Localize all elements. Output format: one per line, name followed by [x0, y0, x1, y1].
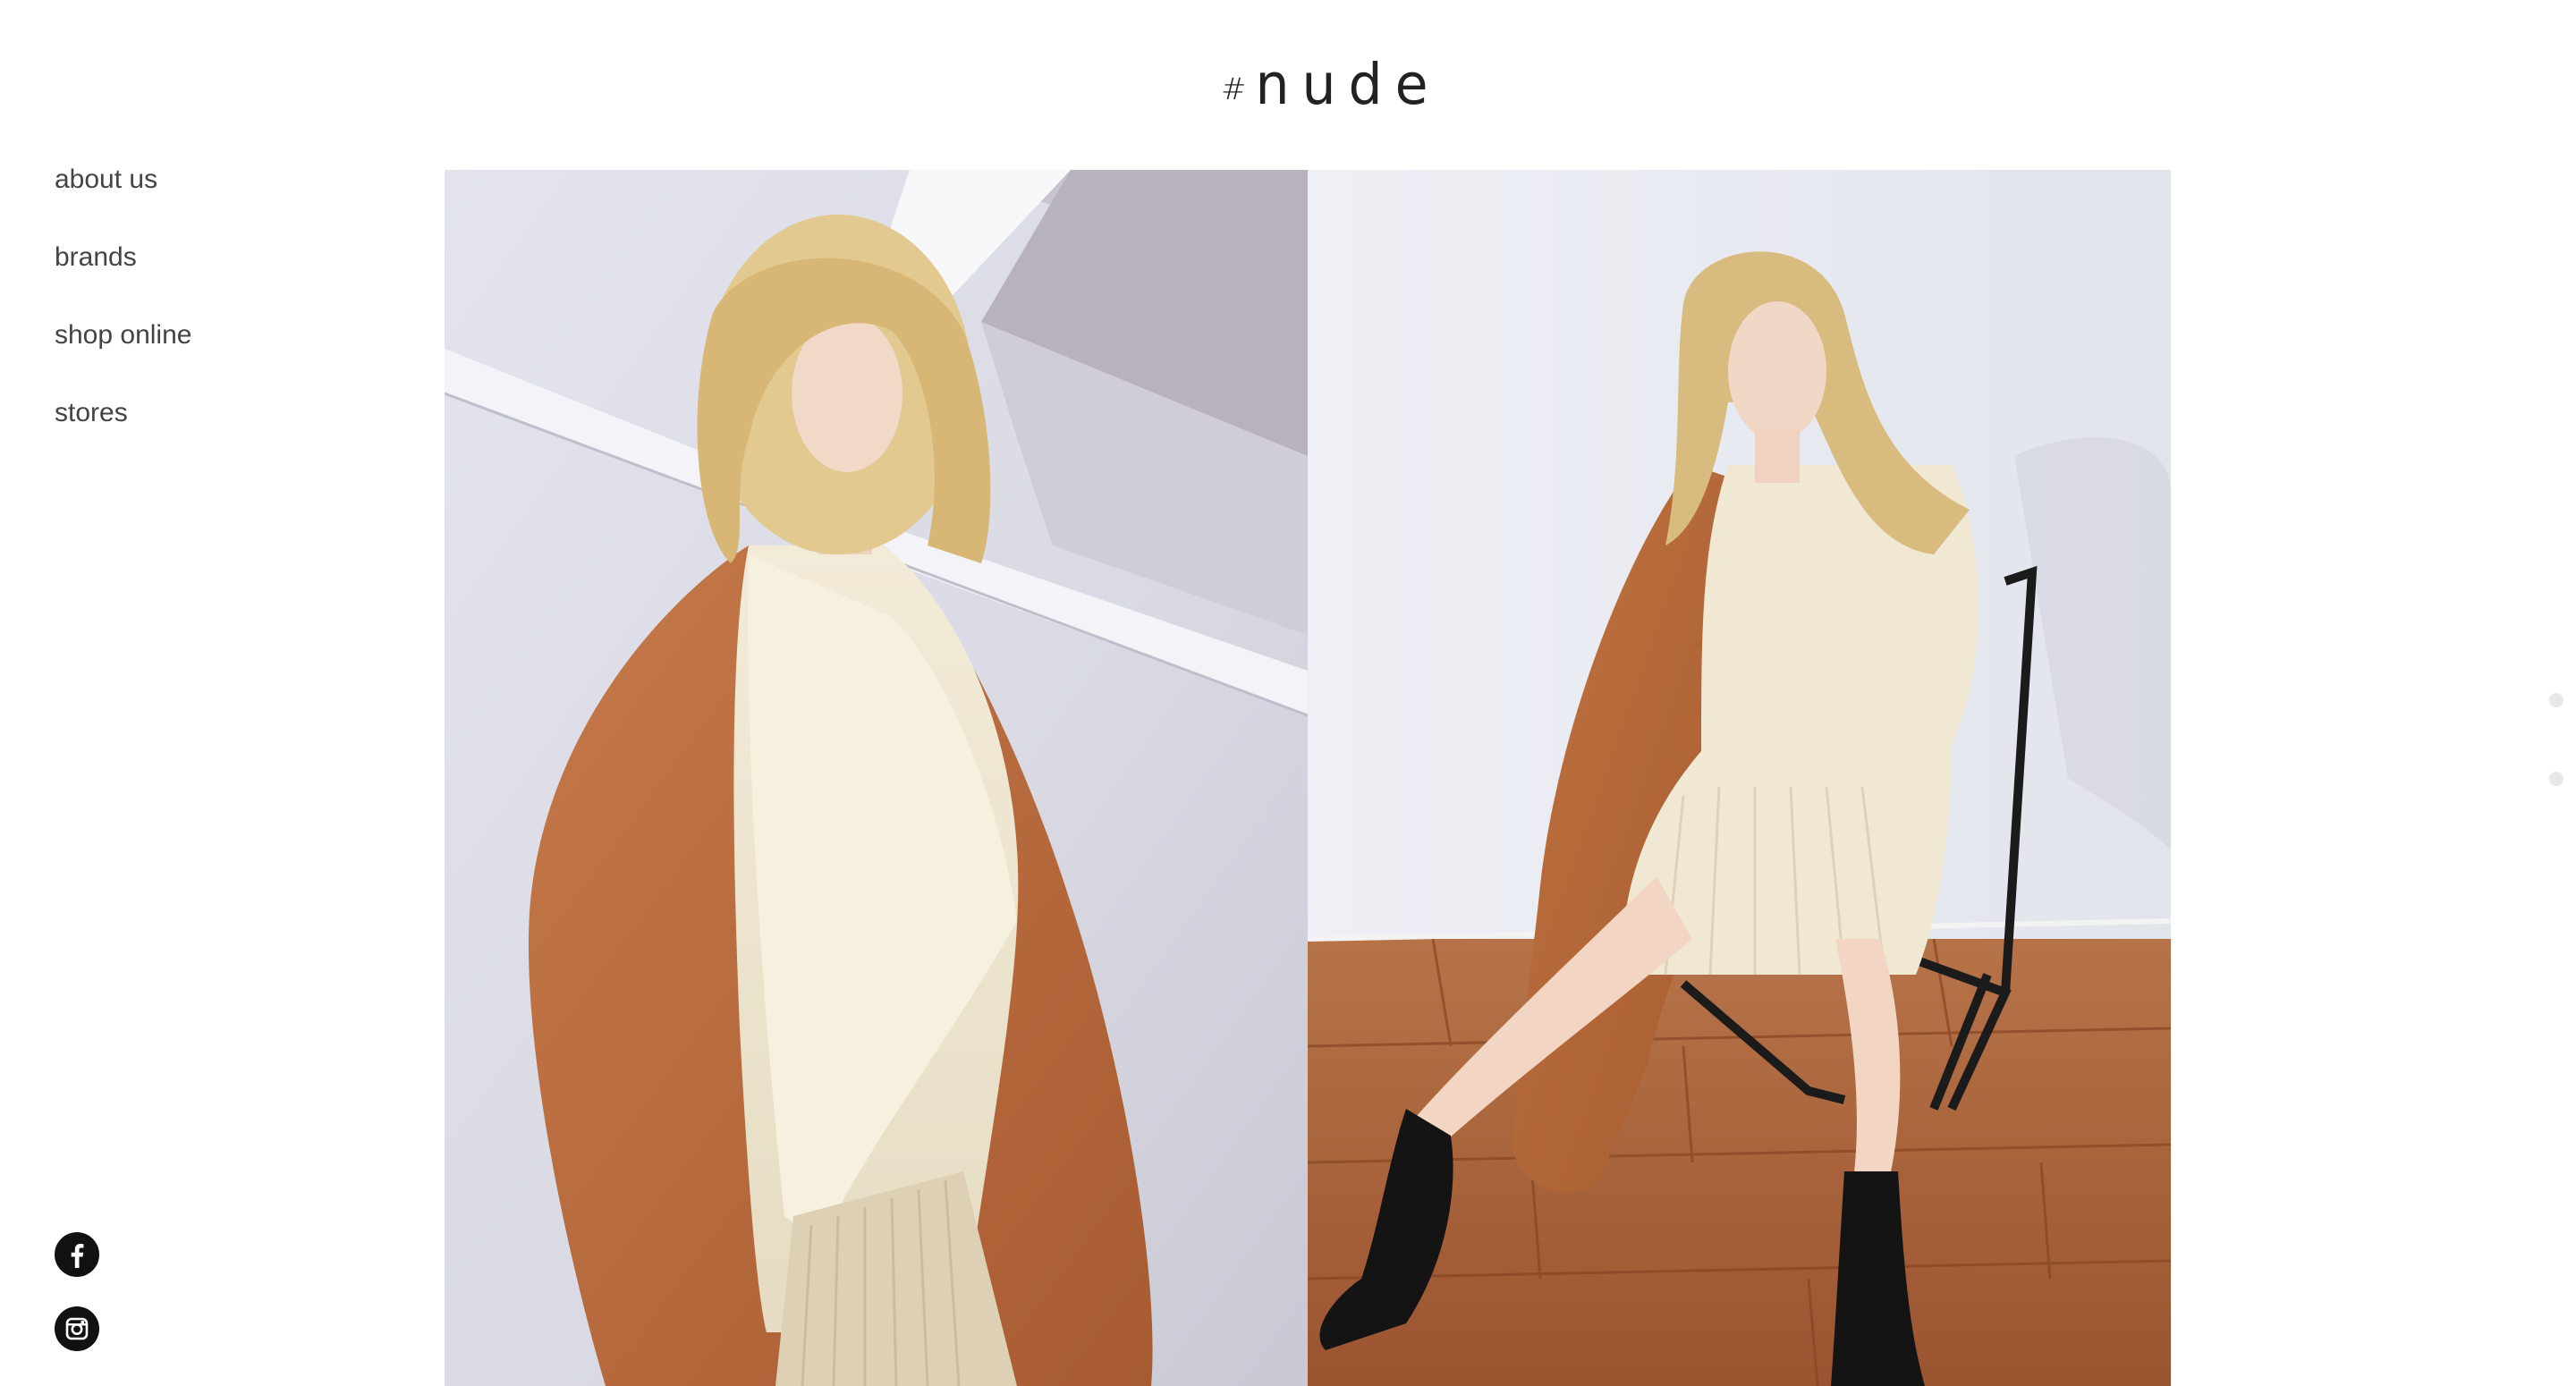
main-nav: about us brands shop online stores	[55, 159, 191, 470]
lookbook-gallery[interactable]	[445, 170, 2171, 1386]
facebook-link[interactable]	[55, 1232, 99, 1277]
slider-dot-2[interactable]	[2549, 772, 2563, 786]
lookbook-photo-2	[1308, 170, 2171, 1386]
logo-wordmark: nude	[1255, 52, 1441, 118]
nav-item-brands[interactable]: brands	[55, 237, 191, 315]
slider-pagination	[2549, 693, 2563, 786]
logo-hash: #	[1221, 72, 1247, 107]
slider-dot-1[interactable]	[2549, 693, 2563, 707]
instagram-icon	[55, 1306, 99, 1351]
lookbook-photo-1	[445, 170, 1308, 1386]
nav-item-shop-online[interactable]: shop online	[55, 315, 191, 393]
nav-item-about-us[interactable]: about us	[55, 159, 191, 237]
site-logo[interactable]: # nude	[1221, 49, 1428, 114]
facebook-icon	[55, 1232, 99, 1277]
nav-item-stores[interactable]: stores	[55, 393, 191, 470]
instagram-link[interactable]	[55, 1306, 99, 1351]
